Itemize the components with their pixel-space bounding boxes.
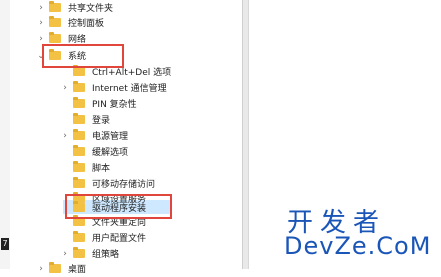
chevron-right-icon[interactable]: › [60,83,70,93]
tree-item-mitigation-options[interactable]: 缓解选项 [60,143,130,160]
left-edge-panel: 7 [0,0,10,269]
tree-item-internet-communication[interactable]: › Internet 通信管理 [60,79,169,96]
watermark-domain: DevZe.CoM [284,232,432,260]
tree-item-label: 控制面板 [68,19,105,29]
folder-icon [73,129,85,140]
folder-icon [73,145,85,156]
folder-icon [73,81,85,92]
folder-icon [49,1,61,12]
driver-installation-highlight-box [65,194,172,219]
folder-icon [73,247,85,258]
tree-item-label: Internet 通信管理 [92,84,167,94]
tree-item-user-profiles[interactable]: 用户配置文件 [60,229,148,246]
folder-icon [73,161,85,172]
folder-icon [73,231,85,242]
tree-item-power-management[interactable]: › 电源管理 [60,127,130,144]
tree-item-label: 组策略 [92,250,120,260]
policy-tree[interactable]: › 共享文件夹 › 控制面板 › 网络 ⌄ 系统 Ctrl+Alt+Del 选项… [10,0,242,275]
left-edge-number: 7 [1,238,9,250]
folder-icon [73,113,85,124]
tree-item-label: 缓解选项 [92,148,129,158]
chevron-right-icon[interactable]: › [36,18,46,28]
folder-icon [73,65,85,76]
tree-item-label: 脚本 [92,164,111,174]
folder-icon [73,177,85,188]
system-highlight-box [42,44,124,68]
tree-item-label: PIN 复杂性 [92,100,137,110]
tree-item-scripts[interactable]: 脚本 [60,159,112,176]
tree-item-pin-complexity[interactable]: PIN 复杂性 [60,95,139,112]
tree-item-label: 用户配置文件 [92,234,147,244]
folder-icon [49,16,61,27]
tree-item-control-panel[interactable]: › 控制面板 [36,14,106,31]
chevron-right-icon[interactable]: › [36,3,46,13]
chevron-right-icon[interactable]: › [60,131,70,141]
tree-item-label: 共享文件夹 [68,4,114,14]
chevron-right-icon[interactable]: › [36,34,46,44]
tree-item-label: 可移动存储访问 [92,180,156,190]
chevron-right-icon[interactable]: › [60,249,70,259]
tree-item-label: 电源管理 [92,132,129,142]
folder-icon [49,32,61,43]
tree-item-logon[interactable]: 登录 [60,111,112,128]
tree-item-label: 登录 [92,116,111,126]
folder-icon [73,97,85,108]
